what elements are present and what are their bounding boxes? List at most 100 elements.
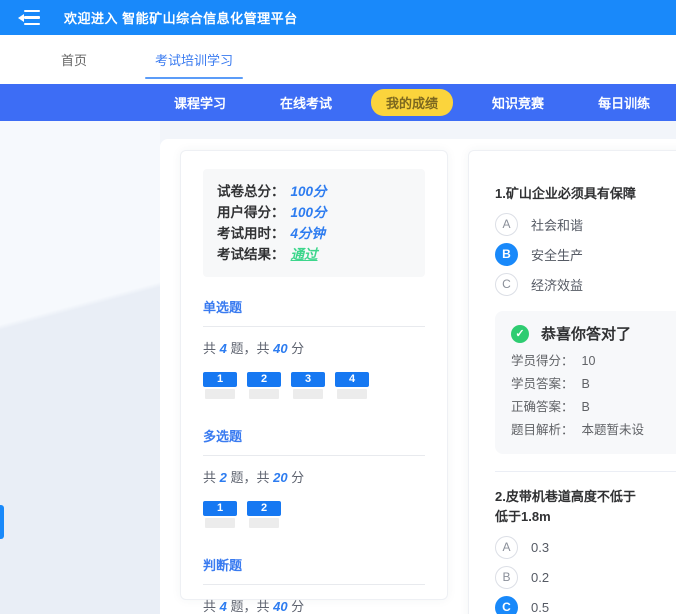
option-label: 0.2	[531, 569, 550, 585]
option-key-badge: C	[495, 595, 518, 614]
total-score-value: 100分	[290, 184, 327, 199]
result-label: 正确答案：	[511, 400, 574, 414]
drawer-handle[interactable]	[0, 505, 4, 539]
question-chip[interactable]: 2	[247, 501, 281, 528]
option-a[interactable]: A 社会和谐	[495, 212, 676, 236]
total-score-row: 试卷总分： 100分	[217, 181, 411, 202]
stats-points: 40	[273, 599, 288, 614]
option-key-badge: B	[495, 565, 518, 589]
exam-result-label: 考试结果：	[217, 247, 285, 262]
section-single-choice: 单选题 共 4 题，共 40 分 1 2 3 4	[203, 297, 425, 399]
result-head: ✓ 恭喜你答对了	[511, 323, 676, 344]
chip-number: 4	[335, 372, 369, 387]
question-1: 1.矿山企业必须具有保障 A 社会和谐 B 安全生产 C 经济效益 ✓ 恭喜你答…	[495, 184, 676, 454]
question-chip[interactable]: 1	[203, 501, 237, 528]
question-chip[interactable]: 3	[291, 372, 325, 399]
stats-text: 分	[287, 470, 305, 485]
chip-score-slot	[205, 389, 235, 399]
result-row-score: 学员得分： 10	[511, 350, 676, 373]
question-2-title-line1: 2.皮带机巷道高度不低于	[495, 489, 636, 504]
option-b-selected[interactable]: B 安全生产	[495, 242, 676, 266]
result-value: B	[581, 377, 590, 391]
option-key-badge: A	[495, 212, 518, 236]
stats-text: 题，共	[226, 599, 274, 614]
option-key-badge: B	[495, 242, 518, 266]
result-value: 10	[581, 354, 596, 368]
exam-result-value: 通过	[290, 247, 318, 262]
tab-exam-training[interactable]: 考试培训学习	[145, 35, 244, 84]
option-c-selected[interactable]: C 0.5	[495, 595, 676, 614]
app-header: 欢迎进入 智能矿山综合信息化管理平台	[0, 0, 676, 35]
option-label: 0.3	[531, 539, 550, 555]
chip-number: 1	[203, 372, 237, 387]
chip-number: 3	[291, 372, 325, 387]
nav-item-daily-training[interactable]: 每日训练	[598, 93, 650, 112]
section-stats: 共 4 题，共 40 分	[203, 596, 425, 614]
stats-points: 40	[273, 341, 288, 356]
question-divider	[495, 471, 676, 472]
option-b[interactable]: B 0.2	[495, 565, 676, 589]
chip-number: 1	[203, 501, 237, 516]
exam-summary-card: 试卷总分： 100分 用户得分： 100分 考试用时： 4分钟 考试结果： 通过…	[180, 150, 448, 614]
nav-item-knowledge-contest[interactable]: 知识竞赛	[492, 93, 544, 112]
chip-number: 2	[247, 372, 281, 387]
question-chip[interactable]: 2	[247, 372, 281, 399]
stats-count: 4	[219, 599, 227, 614]
divider	[203, 455, 425, 456]
exam-nav-bar: 课程学习 在线考试 我的成绩 知识竞赛 每日训练	[0, 84, 676, 121]
total-score-label: 试卷总分：	[217, 184, 285, 199]
chip-score-slot	[249, 389, 279, 399]
chip-score-slot	[337, 389, 367, 399]
stats-text: 共	[203, 470, 220, 485]
stats-text: 分	[287, 341, 305, 356]
question-1-options: A 社会和谐 B 安全生产 C 经济效益	[495, 212, 676, 296]
stats-text: 题，共	[226, 470, 274, 485]
question-2-title-line2: 低于1.8m	[495, 509, 551, 524]
option-label: 社会和谐	[531, 217, 584, 233]
section-title: 判断题	[203, 558, 243, 573]
option-key-badge: C	[495, 272, 518, 296]
score-panel: 试卷总分： 100分 用户得分： 100分 考试用时： 4分钟 考试结果： 通过	[203, 169, 425, 277]
tab-home[interactable]: 首页	[55, 35, 93, 84]
nav-item-course-study[interactable]: 课程学习	[174, 93, 226, 112]
option-a[interactable]: A 0.3	[495, 535, 676, 559]
user-score-label: 用户得分：	[217, 205, 285, 220]
tab-bar: 首页 考试培训学习	[0, 35, 676, 84]
questions-review-card: 1.矿山企业必须具有保障 A 社会和谐 B 安全生产 C 经济效益 ✓ 恭喜你答…	[468, 150, 676, 614]
result-label: 题目解析：	[511, 423, 574, 437]
result-row-analysis: 题目解析： 本题暂未设	[511, 419, 676, 442]
result-rows: 学员得分： 10 学员答案： B 正确答案： B 题目解析： 本题暂未设	[511, 350, 676, 442]
menu-fold-icon[interactable]	[18, 9, 40, 26]
stats-text: 共	[203, 599, 220, 614]
option-label: 0.5	[531, 599, 550, 614]
exam-time-row: 考试用时： 4分钟	[217, 223, 411, 244]
stats-count: 4	[219, 341, 227, 356]
chip-number: 2	[247, 501, 281, 516]
result-value: 本题暂未设	[581, 423, 645, 437]
nav-item-my-scores[interactable]: 我的成绩	[371, 89, 454, 116]
divider	[203, 326, 425, 327]
result-label: 学员得分：	[511, 354, 574, 368]
stats-text: 题，共	[226, 341, 274, 356]
section-stats: 共 2 题，共 20 分	[203, 467, 425, 486]
side-background	[0, 121, 160, 614]
app-title: 欢迎进入 智能矿山综合信息化管理平台	[64, 11, 298, 26]
section-multi-choice: 多选题 共 2 题，共 20 分 1 2	[203, 426, 425, 528]
stats-text: 分	[287, 599, 305, 614]
exam-time-value: 4分钟	[290, 226, 326, 241]
question-chip[interactable]: 4	[335, 372, 369, 399]
section-title: 单选题	[203, 300, 243, 315]
option-key-badge: A	[495, 535, 518, 559]
question-chip[interactable]: 1	[203, 372, 237, 399]
question-chip-row: 1 2	[203, 501, 425, 528]
check-icon: ✓	[511, 324, 529, 343]
question-chip-row: 1 2 3 4	[203, 372, 425, 399]
option-c[interactable]: C 经济效益	[495, 272, 676, 296]
question-1-result-box: ✓ 恭喜你答对了 学员得分： 10 学员答案： B 正确答案： B 题目解析： 本题暂未…	[495, 311, 676, 454]
result-value: B	[581, 400, 590, 414]
nav-item-online-exam[interactable]: 在线考试	[280, 93, 332, 112]
result-row-correct-answer: 正确答案： B	[511, 396, 676, 419]
divider	[203, 584, 425, 585]
result-title: 恭喜你答对了	[541, 326, 632, 343]
user-score-value: 100分	[290, 205, 327, 220]
